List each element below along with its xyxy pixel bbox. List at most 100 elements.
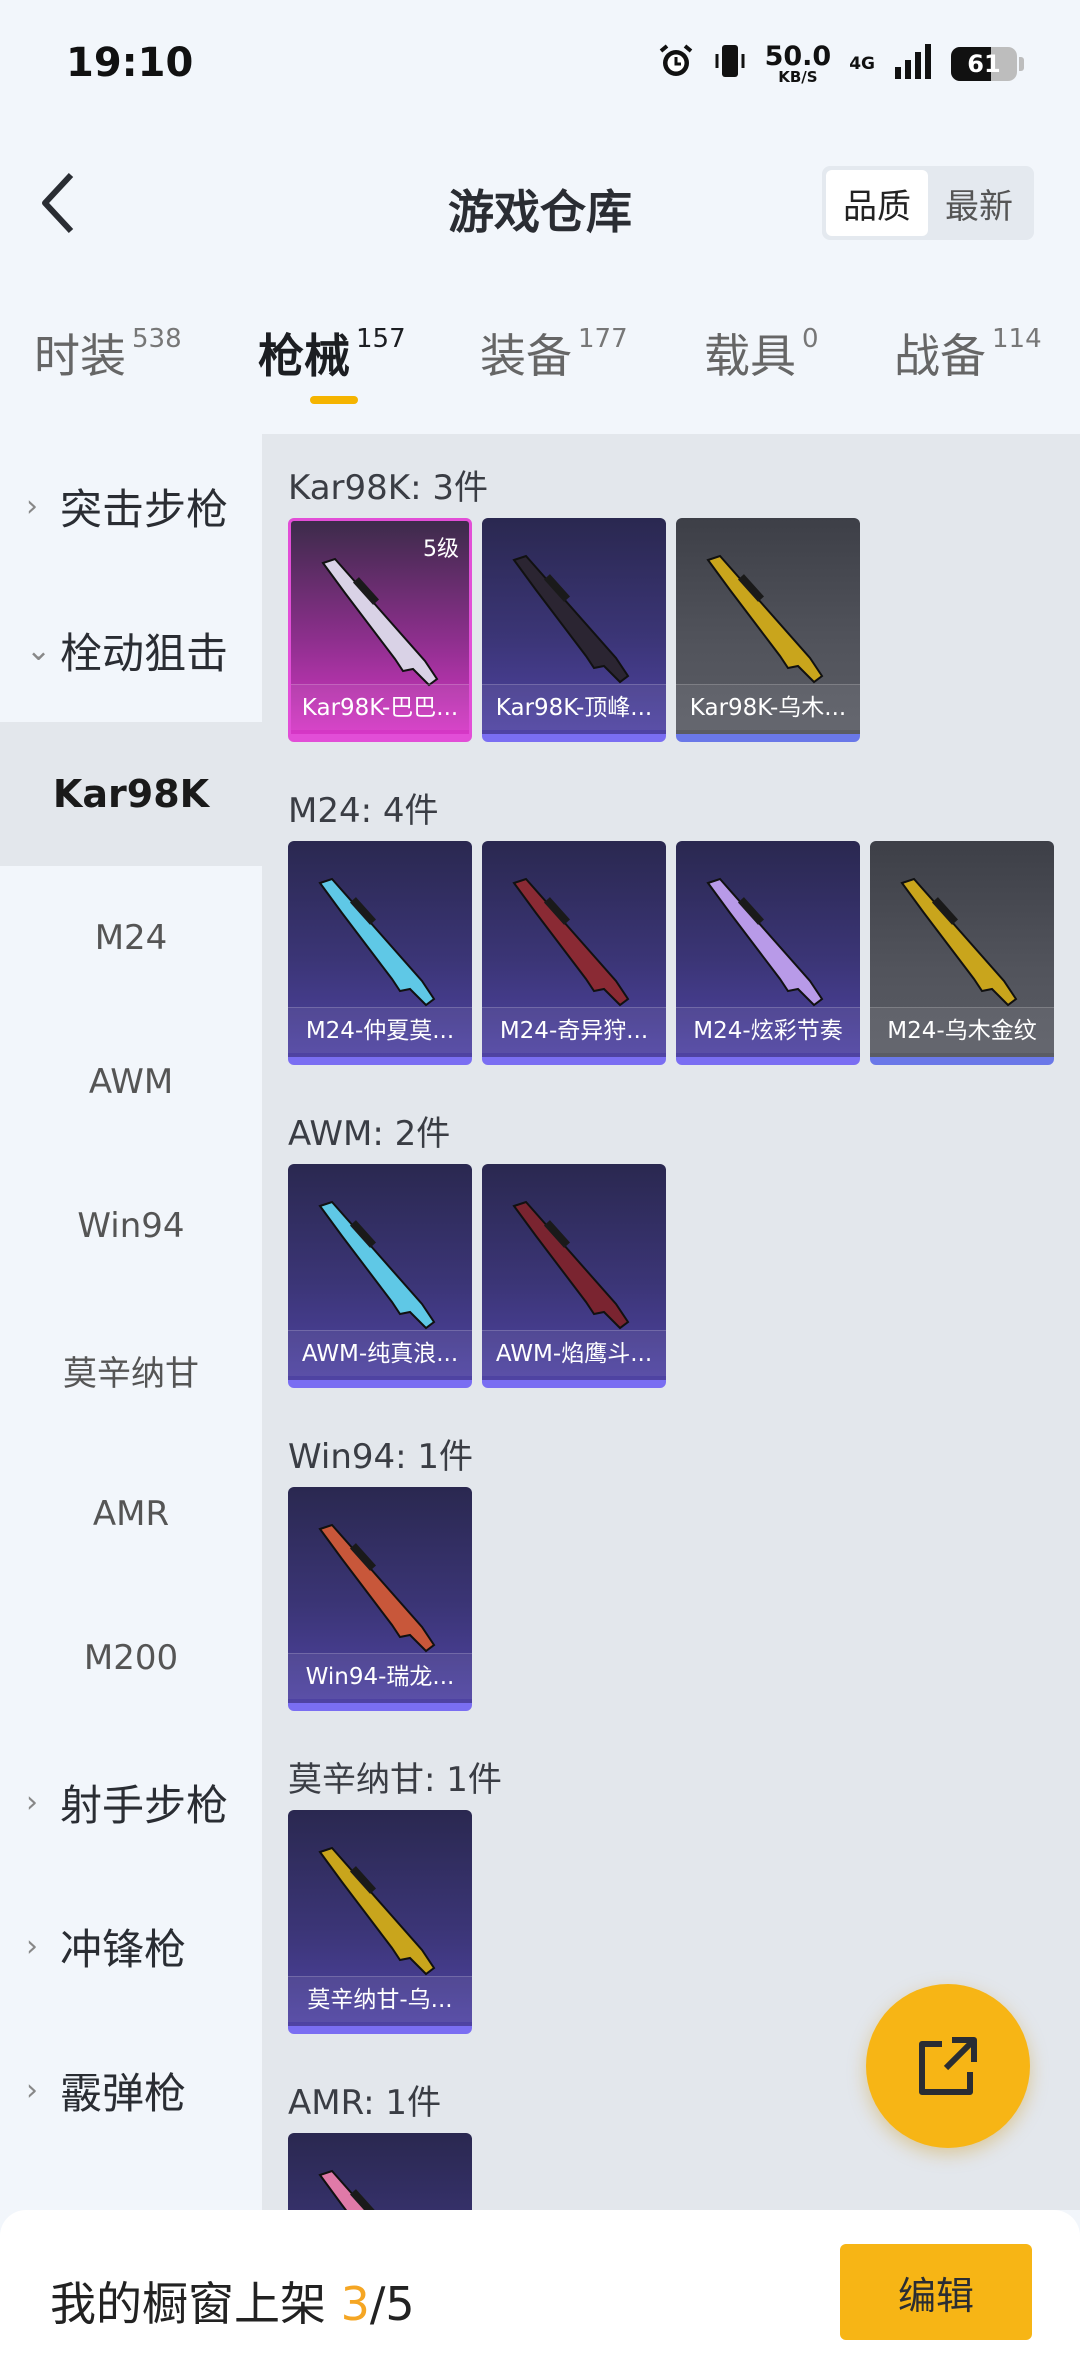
weapon-card[interactable]: AWM-焰鹰斗... (482, 1164, 666, 1388)
showcase-total: /5 (369, 2277, 415, 2331)
weapon-card[interactable]: M24-奇异狩... (482, 841, 666, 1065)
tab-count: 157 (356, 324, 406, 354)
rifle-icon (512, 877, 630, 1007)
sidebar-item-label: 霰弹枪 (60, 2068, 187, 2118)
battery-icon: 61 (951, 47, 1017, 81)
group-title: 莫辛纳甘: 1件 (288, 1760, 502, 1800)
edit-button[interactable]: 编辑 (840, 2244, 1032, 2340)
rifle-icon (512, 1200, 630, 1330)
sidebar-item-marksman[interactable]: › 射手步枪 (0, 1730, 262, 1874)
sidebar-item-smg[interactable]: › 冲锋枪 (0, 1874, 262, 2018)
tab-label: 载具 (704, 329, 796, 383)
network-type: 4G (849, 54, 875, 74)
sidebar-item-m24[interactable]: M24 (0, 866, 262, 1010)
net-speed: 50.0 KB/S (765, 43, 832, 85)
tab-label: 装备 (480, 329, 572, 383)
rifle-icon (706, 554, 824, 684)
sidebar-item-awm[interactable]: AWM (0, 1010, 262, 1154)
status-icons: 50.0 KB/S 4G 61 (657, 40, 1024, 88)
signal-icon (893, 43, 933, 85)
weapon-name: M24-乌木金纹 (870, 1007, 1054, 1053)
weapon-type-sidebar: › 突击步枪 ⌄ 栓动狙击 Kar98K M24 AWM Win94 莫辛纳甘 … (0, 434, 262, 2210)
weapon-card[interactable]: Kar98K-顶峰... (482, 518, 666, 742)
status-time: 19:10 (66, 40, 194, 86)
weapon-name: AWM-焰鹰斗... (482, 1330, 666, 1376)
tab-label: 枪械 (258, 329, 350, 383)
chevron-right-icon: › (26, 1784, 38, 1820)
weapon-name: M24-奇异狩... (482, 1007, 666, 1053)
tab-label: 战备 (894, 329, 986, 383)
sidebar-item-label: 突击步枪 (60, 484, 229, 534)
share-icon (919, 2037, 977, 2095)
weapon-card[interactable]: Win94-瑞龙... (288, 1487, 472, 1711)
showcase-current: 3 (340, 2277, 370, 2331)
weapon-name: Kar98K-乌木... (676, 684, 860, 730)
weapon-name: M24-仲夏莫... (288, 1007, 472, 1053)
weapon-name: 莫辛纳甘-乌... (288, 1976, 472, 2022)
share-button[interactable] (866, 1984, 1030, 2148)
weapon-card[interactable]: M24-仲夏莫... (288, 841, 472, 1065)
tab-supplies[interactable]: 战备 114 (894, 320, 1042, 386)
sidebar-item-label: 冲锋枪 (60, 1924, 187, 1974)
chevron-right-icon: › (26, 1928, 38, 1964)
weapon-name: Kar98K-顶峰... (482, 684, 666, 730)
weapon-card[interactable]: 莫辛纳甘-乌... (288, 1810, 472, 2034)
battery-level: 61 (967, 50, 1001, 78)
sidebar-item-amr[interactable]: AMR (0, 1442, 262, 1586)
showcase-label: 我的橱窗上架 (50, 2277, 341, 2331)
net-speed-value: 50.0 (764, 41, 832, 72)
sort-newest-button[interactable]: 最新 (928, 170, 1030, 236)
weapon-name: M24-炫彩节奏 (676, 1007, 860, 1053)
rifle-icon (318, 1846, 436, 1976)
group-title: M24: 4件 (288, 791, 439, 831)
tab-count: 538 (132, 324, 182, 354)
tab-equipment[interactable]: 装备 177 (480, 320, 628, 386)
weapon-name: AWM-纯真浪... (288, 1330, 472, 1376)
sidebar-item-label: 射手步枪 (60, 1780, 229, 1830)
rifle-icon (318, 2169, 377, 2210)
chevron-right-icon: › (26, 488, 38, 524)
weapon-card[interactable]: M24-炫彩节奏 (676, 841, 860, 1065)
net-speed-unit: KB/S (778, 68, 818, 86)
weapon-card[interactable]: AWM-纯真浪... (288, 1164, 472, 1388)
sidebar-item-assault-rifle[interactable]: › 突击步枪 (0, 434, 262, 578)
sidebar-item-label: 栓动狙击 (60, 628, 229, 678)
active-tab-indicator (310, 396, 358, 404)
battery-tip (1019, 57, 1024, 71)
chevron-right-icon: › (26, 2072, 38, 2108)
group-title: Win94: 1件 (288, 1437, 474, 1477)
sidebar-item-shotgun[interactable]: › 霰弹枪 (0, 2018, 262, 2162)
rifle-icon (318, 1523, 436, 1653)
weapon-card[interactable]: M24-乌木金纹 (870, 841, 1054, 1065)
sort-toggle: 品质 最新 (822, 166, 1034, 240)
rifle-icon (318, 877, 436, 1007)
tab-count: 0 (802, 324, 819, 354)
chevron-down-icon: ⌄ (26, 632, 52, 668)
tab-count: 114 (992, 324, 1042, 354)
sidebar-item-m200[interactable]: M200 (0, 1586, 262, 1730)
sidebar-item-win94[interactable]: Win94 (0, 1154, 262, 1298)
rifle-icon (512, 554, 630, 684)
group-title: Kar98K: 3件 (288, 468, 488, 508)
weapon-card[interactable]: 5级 Kar98K-巴巴... (288, 518, 472, 742)
weapon-card[interactable]: Kar98K-乌木... (676, 518, 860, 742)
group-title: AMR: 1件 (288, 2083, 442, 2123)
status-bar: 19:10 50.0 KB/S 4G 61 (0, 0, 1080, 130)
weapon-card[interactable] (288, 2133, 472, 2210)
sidebar-item-mosin[interactable]: 莫辛纳甘 (0, 1298, 262, 1442)
sidebar-item-bolt-sniper[interactable]: ⌄ 栓动狙击 (0, 578, 262, 722)
tab-label: 时装 (34, 329, 126, 383)
tab-outfits[interactable]: 时装 538 (34, 320, 182, 386)
weapon-name: Win94-瑞龙... (288, 1653, 472, 1699)
weapon-name: Kar98K-巴巴... (291, 684, 469, 730)
category-tabs: 时装 538 枪械 157 装备 177 载具 0 战备 114 (0, 320, 1080, 410)
sort-quality-button[interactable]: 品质 (826, 170, 928, 236)
tab-weapons[interactable]: 枪械 157 (258, 320, 406, 386)
vibrate-icon (713, 42, 747, 86)
group-title: AWM: 2件 (288, 1114, 451, 1154)
rifle-icon (706, 877, 824, 1007)
rifle-icon (900, 877, 1018, 1007)
tab-vehicles[interactable]: 载具 0 (704, 320, 819, 386)
sidebar-item-kar98k[interactable]: Kar98K (0, 722, 262, 866)
weapon-grid: Kar98K: 3件 5级 Kar98K-巴巴... Kar98K-顶峰... Kar9… (262, 434, 1080, 2210)
